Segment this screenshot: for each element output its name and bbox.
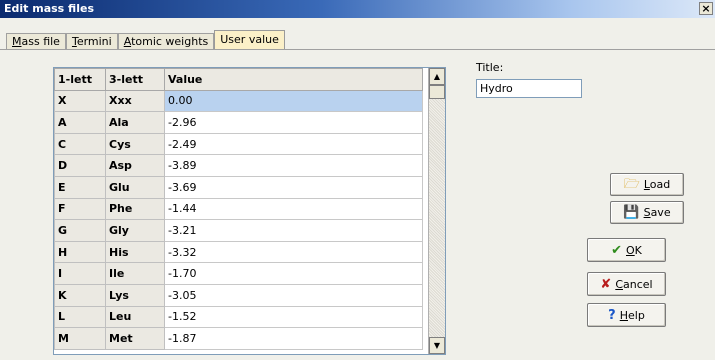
window-title: Edit mass files — [4, 2, 94, 15]
question-mark-icon: ? — [608, 307, 616, 323]
table-header-row: 1-lett 3-lett Value — [54, 68, 423, 91]
cell-3-lett: Glu — [105, 175, 165, 199]
cell-value[interactable]: -3.05 — [164, 283, 423, 307]
table-row[interactable]: X Xxx 0.00 — [54, 89, 423, 113]
table-row[interactable]: A Ala -2.96 — [54, 111, 423, 134]
window-titlebar: Edit mass files × — [0, 0, 715, 18]
close-button[interactable]: × — [699, 2, 713, 15]
cell-1-lett: M — [54, 327, 106, 350]
checkmark-icon: ✔ — [611, 242, 622, 258]
title-label: Title: — [476, 61, 504, 74]
cell-1-lett: L — [54, 305, 106, 329]
tab-mass-file[interactable]: Mass file — [6, 33, 66, 49]
table-row[interactable]: D Asp -3.89 — [54, 154, 423, 177]
table-row[interactable]: G Gly -3.21 — [54, 219, 423, 242]
scroll-up-button[interactable]: ▲ — [429, 68, 445, 85]
cell-1-lett: E — [54, 175, 106, 199]
column-header-3-lett[interactable]: 3-lett — [105, 68, 165, 91]
cell-3-lett: Gly — [105, 219, 165, 242]
arrow-up-icon: ▲ — [433, 72, 441, 81]
help-button[interactable]: ? Help — [587, 303, 666, 327]
cell-1-lett: H — [54, 240, 106, 264]
cell-value[interactable]: -3.89 — [164, 154, 423, 177]
cell-3-lett: Lys — [105, 283, 165, 307]
cell-1-lett: I — [54, 262, 106, 285]
values-grid: 1-lett 3-lett Value X Xxx 0.00 A Ala -2.96 C… — [53, 67, 446, 355]
folder-open-icon: 🗁 — [623, 177, 640, 192]
table-row[interactable]: F Phe -1.44 — [54, 197, 423, 221]
cell-3-lett: Met — [105, 327, 165, 350]
cell-value[interactable]: -1.44 — [164, 197, 423, 221]
cell-value[interactable]: -3.32 — [164, 240, 423, 264]
vertical-scrollbar[interactable]: ▲ ▼ — [428, 68, 445, 354]
cell-3-lett: Ala — [105, 111, 165, 134]
cell-value[interactable]: -2.96 — [164, 111, 423, 134]
table-row[interactable]: M Met -1.87 — [54, 327, 423, 350]
cell-3-lett: His — [105, 240, 165, 264]
cell-value[interactable]: -2.49 — [164, 132, 423, 156]
title-input[interactable] — [476, 79, 582, 98]
cell-1-lett: C — [54, 132, 106, 156]
cell-value[interactable]: -3.21 — [164, 219, 423, 242]
x-mark-icon: ✘ — [600, 276, 612, 292]
cell-1-lett: D — [54, 154, 106, 177]
column-header-value[interactable]: Value — [164, 68, 423, 91]
tab-termini[interactable]: Termini — [65, 33, 118, 49]
cell-1-lett: A — [54, 111, 106, 134]
cell-1-lett: F — [54, 197, 106, 221]
cell-3-lett: Ile — [105, 262, 165, 285]
tab-bar: Mass file Termini Atomic weights User va… — [6, 30, 285, 49]
cancel-button[interactable]: ✘ Cancel — [587, 272, 666, 296]
cell-3-lett: Leu — [105, 305, 165, 329]
cell-3-lett: Cys — [105, 132, 165, 156]
table-row[interactable]: E Glu -3.69 — [54, 175, 423, 199]
save-button[interactable]: 💾 Save — [610, 201, 684, 224]
load-button[interactable]: 🗁 Load — [610, 173, 684, 196]
scroll-down-button[interactable]: ▼ — [429, 337, 445, 354]
cell-value[interactable]: -1.87 — [164, 327, 423, 350]
floppy-disk-icon: 💾 — [623, 205, 640, 220]
table-row[interactable]: C Cys -2.49 — [54, 132, 423, 156]
cell-value[interactable]: -1.70 — [164, 262, 423, 285]
ok-button[interactable]: ✔ OK — [587, 238, 666, 262]
cell-value[interactable]: -3.69 — [164, 175, 423, 199]
cell-3-lett: Xxx — [105, 89, 165, 113]
table-row[interactable]: K Lys -3.05 — [54, 283, 423, 307]
cell-3-lett: Phe — [105, 197, 165, 221]
table-row[interactable]: I Ile -1.70 — [54, 262, 423, 285]
tab-atomic-weights[interactable]: Atomic weights — [117, 33, 215, 49]
table-row[interactable]: L Leu -1.52 — [54, 305, 423, 329]
cell-1-lett: X — [54, 89, 106, 113]
tab-user-value[interactable]: User value — [214, 30, 285, 49]
scroll-thumb[interactable] — [429, 85, 445, 99]
cell-value[interactable]: -1.52 — [164, 305, 423, 329]
table-row[interactable]: H His -3.32 — [54, 240, 423, 264]
close-icon: × — [701, 2, 711, 15]
cell-3-lett: Asp — [105, 154, 165, 177]
cell-value[interactable]: 0.00 — [164, 89, 423, 113]
cell-1-lett: G — [54, 219, 106, 242]
arrow-down-icon: ▼ — [433, 341, 441, 350]
cell-1-lett: K — [54, 283, 106, 307]
column-header-1-lett[interactable]: 1-lett — [54, 68, 106, 91]
values-table: 1-lett 3-lett Value X Xxx 0.00 A Ala -2.96 C… — [54, 68, 423, 350]
